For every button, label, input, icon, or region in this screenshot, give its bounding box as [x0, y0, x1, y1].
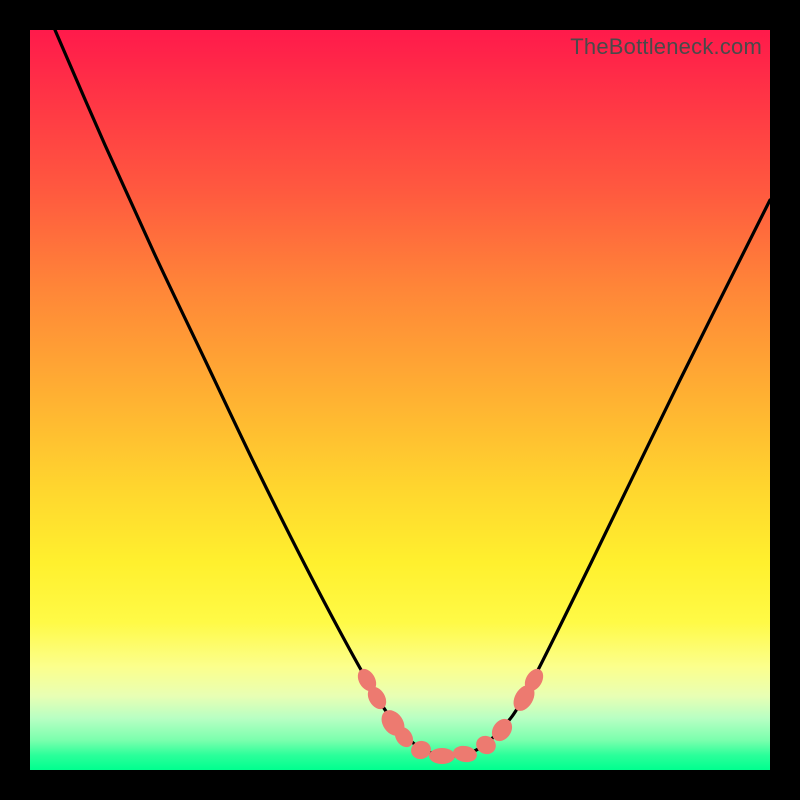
plot-area: TheBottleneck.com — [30, 30, 770, 770]
chart-svg — [30, 30, 770, 770]
outer-frame: TheBottleneck.com — [0, 0, 800, 800]
curve-marker — [452, 744, 478, 764]
marker-layer — [354, 666, 547, 764]
valley-curve — [55, 30, 770, 756]
curve-marker — [429, 748, 455, 764]
watermark-text: TheBottleneck.com — [570, 34, 762, 60]
